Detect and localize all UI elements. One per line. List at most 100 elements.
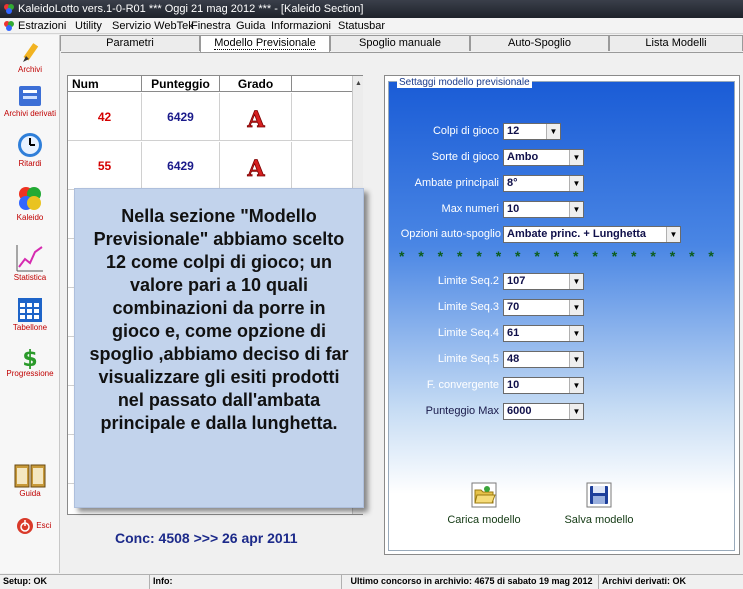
status-ultimo-concorso: Ultimo concorso in archivio: 4675 di sab…	[342, 575, 599, 589]
sidebar-label-tabellone: Tabellone	[12, 323, 48, 332]
grid-header: Num Punteggio Grado	[68, 76, 352, 92]
sidebar-label-esci: Esci	[36, 521, 52, 531]
load-model-button[interactable]	[471, 482, 497, 508]
svg-text:A: A	[246, 156, 265, 179]
tab-spoglio-manuale[interactable]: Spoglio manuale	[330, 35, 470, 51]
tutorial-text: Nella sezione "Modello Previsionale" abb…	[89, 206, 349, 433]
pencil-icon	[23, 43, 39, 62]
chevron-down-icon: ▼	[569, 150, 583, 165]
grade-a-icon: A	[246, 155, 266, 182]
stars-separator: * * * * * * * * * * * * * * * * * * * *	[399, 248, 719, 264]
menu-statusbar[interactable]: Statusbar	[338, 18, 385, 34]
row-punteggio: 6429	[142, 93, 220, 141]
sidebar: Archivi Archivi derivati Ritardi Kaleido…	[0, 35, 60, 573]
table-icon	[18, 298, 42, 322]
limite-seq5-select[interactable]: 48 ▼	[503, 351, 584, 368]
dollar-icon: $	[22, 347, 37, 369]
scroll-up-icon[interactable]: ▲	[353, 76, 364, 92]
window-title: KaleidoLotto vers.1-0-R01 *** Oggi 21 ma…	[18, 3, 364, 15]
sidebar-label-ritardi: Ritardi	[18, 159, 42, 168]
load-model-label[interactable]: Carica modello	[439, 514, 529, 526]
ambate-select[interactable]: 8° ▼	[503, 175, 584, 192]
sorte-label: Sorte di gioco	[431, 151, 499, 163]
chevron-down-icon: ▼	[569, 326, 583, 341]
row-punteggio: 6429	[142, 142, 220, 190]
tab-modello-previsionale[interactable]: Modello Previsionale	[200, 35, 330, 52]
limite-seq2-select[interactable]: 107 ▼	[503, 273, 584, 290]
menu-informazioni[interactable]: Informazioni	[271, 18, 331, 34]
sidebar-label-archivi: Archivi	[17, 65, 42, 74]
sidebar-item-progressione[interactable]: $ Progressione	[0, 345, 60, 378]
menu-estrazioni[interactable]: Estrazioni	[18, 18, 66, 34]
sidebar-item-tabellone[interactable]: Tabellone	[0, 297, 60, 332]
menu-guida[interactable]: Guida	[236, 18, 265, 34]
sidebar-item-statistica[interactable]: Statistica	[0, 243, 60, 282]
status-bar: Setup: OK Info: Ultimo concorso in archi…	[0, 574, 743, 589]
menu-servizio-webtek[interactable]: Servizio WebTek	[112, 18, 194, 34]
sidebar-item-guida[interactable]: Guida	[0, 463, 60, 498]
punteggio-max-select[interactable]: 6000 ▼	[503, 403, 584, 420]
chart-icon	[16, 245, 43, 272]
status-info: Info:	[150, 575, 342, 589]
chevron-down-icon: ▼	[546, 124, 560, 139]
sidebar-item-archivi[interactable]: Archivi	[0, 41, 60, 74]
settings-group: Settaggi modello previsionale Colpi di g…	[388, 77, 735, 551]
app-menu-icon[interactable]	[3, 20, 15, 32]
book-icon	[14, 464, 46, 488]
kaleido-icon	[19, 187, 41, 210]
row-grado: A	[220, 93, 292, 141]
sidebar-label-kaleido: Kaleido	[16, 213, 44, 222]
tab-auto-spoglio[interactable]: Auto-Spoglio	[470, 35, 609, 51]
colpi-select[interactable]: 12 ▼	[503, 123, 561, 140]
conc-label: Conc: 4508 >>> 26 apr 2011	[115, 530, 298, 546]
sidebar-item-esci[interactable]: Esci	[0, 517, 60, 535]
chevron-down-icon: ▼	[666, 227, 680, 242]
col-punteggio-header[interactable]: Punteggio	[142, 76, 220, 92]
tab-lista-modelli[interactable]: Lista Modelli	[609, 35, 743, 51]
svg-text:$: $	[22, 347, 37, 369]
chevron-down-icon: ▼	[569, 176, 583, 191]
row-num: 55	[68, 142, 142, 190]
status-archivi-derivati: Archivi derivati: OK	[602, 576, 687, 586]
chevron-down-icon: ▼	[569, 378, 583, 393]
tab-parametri[interactable]: Parametri	[60, 35, 200, 51]
opzioni-select[interactable]: Ambate princ. + Lunghetta ▼	[503, 226, 681, 243]
convergente-select[interactable]: 10 ▼	[503, 377, 584, 394]
row-num: 42	[68, 93, 142, 141]
limite-seq4-select[interactable]: 61 ▼	[503, 325, 584, 342]
menu-finestra[interactable]: Finestra	[191, 18, 231, 34]
max-numeri-select[interactable]: 10 ▼	[503, 201, 584, 218]
svg-text:A: A	[246, 107, 265, 130]
folder-open-icon	[471, 482, 497, 508]
chevron-down-icon: ▼	[569, 300, 583, 315]
limite-seq3-select[interactable]: 70 ▼	[503, 299, 584, 316]
sidebar-item-ritardi[interactable]: Ritardi	[0, 131, 60, 168]
sorte-select[interactable]: Ambo ▼	[503, 149, 584, 166]
status-setup: Setup: OK	[0, 575, 150, 589]
clock-icon	[18, 133, 42, 157]
sidebar-item-archivi-derivati[interactable]: Archivi derivati	[0, 83, 60, 118]
tab-bar: Parametri Modello Previsionale Spoglio m…	[60, 35, 743, 52]
save-model-label[interactable]: Salva modello	[554, 514, 644, 526]
archive-icon	[19, 86, 41, 106]
app-icon	[4, 4, 14, 14]
power-icon	[17, 518, 33, 534]
floppy-disk-icon	[586, 482, 612, 508]
colpi-label: Colpi di gioco	[432, 125, 499, 137]
sidebar-item-kaleido[interactable]: Kaleido	[0, 185, 60, 222]
row-grado: A	[220, 142, 292, 190]
save-model-button[interactable]	[586, 482, 612, 508]
sidebar-label-guida: Guida	[19, 489, 41, 498]
settings-title: Settaggi modello previsionale	[397, 77, 532, 88]
chevron-down-icon: ▼	[569, 352, 583, 367]
tutorial-callout: Nella sezione "Modello Previsionale" abb…	[74, 188, 364, 508]
settings-panel: Settaggi modello previsionale Colpi di g…	[384, 75, 740, 555]
col-num-header[interactable]: Num	[68, 76, 142, 92]
grade-a-icon: A	[246, 106, 266, 133]
col-grado-header[interactable]: Grado	[220, 76, 292, 92]
title-bar: KaleidoLotto vers.1-0-R01 *** Oggi 21 ma…	[0, 0, 743, 18]
menu-utility[interactable]: Utility	[75, 18, 102, 34]
chevron-down-icon: ▼	[569, 202, 583, 217]
sidebar-label-archivi-derivati: Archivi derivati	[3, 109, 56, 118]
sidebar-label-progressione: Progressione	[6, 369, 54, 378]
